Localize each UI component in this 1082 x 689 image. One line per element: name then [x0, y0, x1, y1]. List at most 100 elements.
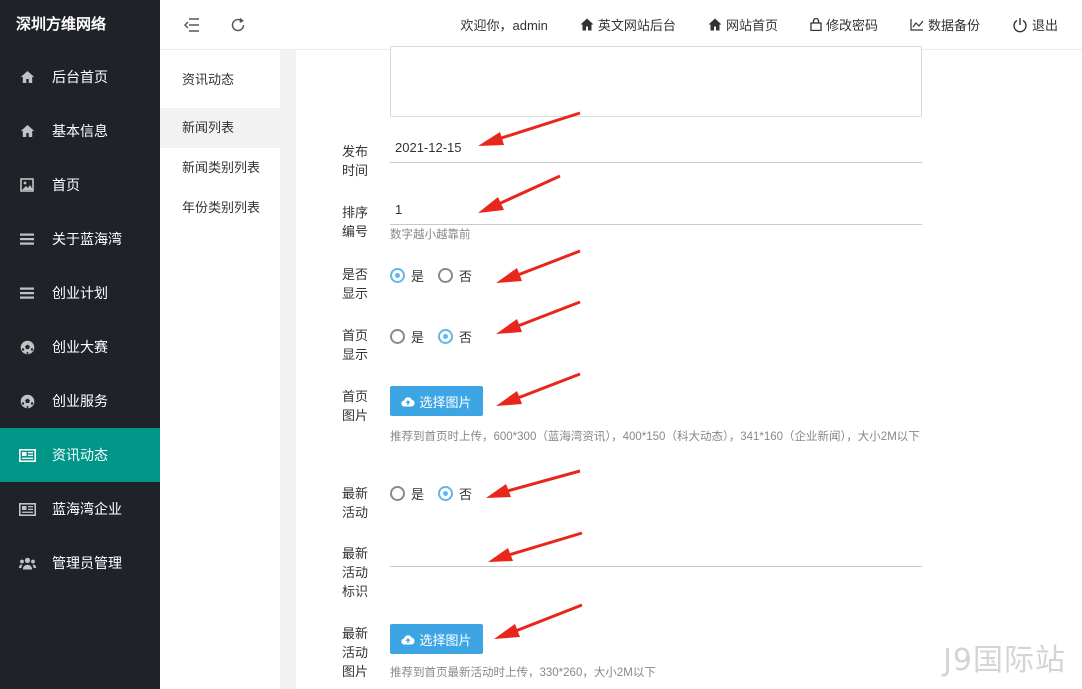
radio-circle: [390, 268, 405, 283]
radio-label: 是: [411, 269, 425, 284]
activity-image-label: 最新活动图片: [342, 626, 369, 679]
radio-label: 否: [459, 487, 473, 502]
content-textarea[interactable]: [390, 46, 922, 117]
logout-link[interactable]: 退出: [1012, 15, 1058, 34]
radio-label: 是: [411, 330, 425, 345]
home-display-yes-radio[interactable]: 是: [390, 327, 424, 346]
sidebar-item-label: 资讯动态: [52, 447, 108, 463]
football-icon: [18, 338, 36, 356]
change-password-link[interactable]: 修改密码: [810, 15, 878, 34]
lock-icon: [810, 18, 822, 31]
sidebar-item-6[interactable]: 创业服务: [0, 374, 160, 428]
sidebar-item-0[interactable]: 后台首页: [0, 50, 160, 104]
home-icon: [18, 68, 36, 86]
sidebar-item-1[interactable]: 基本信息: [0, 104, 160, 158]
sidebar-item-label: 首页: [52, 177, 80, 193]
users-icon: [18, 554, 36, 572]
radio-circle: [390, 486, 405, 501]
sub-menu: 资讯动态 新闻列表 新闻类别列表 年份类别列表: [160, 50, 280, 689]
home-display-no-radio[interactable]: 否: [438, 327, 472, 346]
activity-image-hint: 推荐到首页最新活动时上传，330*260，大小2M以下: [390, 667, 656, 679]
publish-time-label: 发布时间: [342, 144, 369, 178]
radio-label: 否: [459, 330, 473, 345]
sidebar-item-4[interactable]: 创业计划: [0, 266, 160, 320]
home-display-radio-group: 是 否: [390, 327, 486, 346]
list-icon: [18, 230, 36, 248]
power-icon: [1012, 17, 1028, 33]
home-image-button-label: 选择图片: [419, 394, 472, 410]
sidebar-menu: 后台首页基本信息首页关于蓝海湾创业计划创业大赛创业服务资讯动态蓝海湾企业管理员管…: [0, 50, 160, 590]
sub-item-news-category-list[interactable]: 新闻类别列表: [160, 148, 280, 188]
sort-number-input[interactable]: 1: [390, 195, 922, 225]
data-backup-label: 数据备份: [927, 18, 980, 33]
sidebar-item-label: 基本信息: [52, 123, 108, 139]
logout-label: 退出: [1031, 18, 1058, 33]
sort-number-label: 排序编号: [342, 205, 369, 239]
is-display-yes-radio[interactable]: 是: [390, 266, 424, 285]
latest-activity-label: 最新活动: [342, 486, 369, 520]
site-home-link[interactable]: 网站首页: [708, 15, 778, 34]
sidebar-item-label: 关于蓝海湾: [52, 231, 122, 247]
list-icon: [18, 284, 36, 302]
top-header: 欢迎你，admin 英文网站后台 网站首页 修改密码 数据备份 退出: [160, 0, 1082, 50]
sort-number-hint: 数字越小越靠前: [390, 229, 471, 241]
radio-circle: [438, 329, 454, 344]
sidebar-item-label: 创业计划: [52, 285, 108, 301]
home-icon: [580, 18, 594, 31]
sidebar-item-label: 创业大赛: [52, 339, 108, 355]
radio-circle: [438, 486, 454, 501]
is-display-no-radio[interactable]: 否: [438, 266, 472, 285]
watermark: J9国际站: [943, 643, 1066, 678]
latest-activity-yes-radio[interactable]: 是: [390, 484, 424, 503]
latest-activity-no-radio[interactable]: 否: [438, 484, 472, 503]
sidebar-item-2[interactable]: 首页: [0, 158, 160, 212]
image-icon: [18, 176, 36, 194]
latest-activity-radio-group: 是 否: [390, 484, 486, 503]
sidebar-item-9[interactable]: 管理员管理: [0, 536, 160, 590]
activity-tag-label: 最新活动标识: [342, 546, 369, 599]
english-backend-label: 英文网站后台: [597, 18, 676, 33]
sidebar: 深圳方维网络 后台首页基本信息首页关于蓝海湾创业计划创业大赛创业服务资讯动态蓝海…: [0, 0, 160, 689]
football-icon: [18, 392, 36, 410]
home-display-label: 首页显示: [342, 328, 369, 362]
sidebar-item-7[interactable]: 资讯动态: [0, 428, 160, 482]
site-home-label: 网站首页: [725, 18, 778, 33]
sidebar-item-5[interactable]: 创业大赛: [0, 320, 160, 374]
sidebar-item-3[interactable]: 关于蓝海湾: [0, 212, 160, 266]
home-image-hint: 推荐到首页时上传，600*300（蓝海湾资讯），400*150（科大动态），34…: [390, 431, 920, 443]
cloud-upload-icon: [401, 634, 415, 645]
chart-icon: [910, 18, 924, 31]
collapse-menu-icon[interactable]: [182, 15, 202, 35]
newspaper-icon: [18, 446, 36, 464]
home-icon: [708, 18, 722, 31]
english-backend-link[interactable]: 英文网站后台: [580, 15, 676, 34]
main-content: 发布时间 2021-12-15 排序编号 1 数字越小越靠前 是否显示 是 否 …: [280, 46, 1082, 689]
welcome-text: 欢迎你，admin: [460, 18, 548, 33]
sidebar-item-label: 管理员管理: [52, 555, 122, 571]
is-display-radio-group: 是 否: [390, 266, 486, 285]
radio-circle: [438, 268, 454, 283]
sidebar-item-8[interactable]: 蓝海湾企业: [0, 482, 160, 536]
sub-item-news-list[interactable]: 新闻列表: [160, 108, 280, 148]
home-image-upload-button[interactable]: 选择图片: [390, 386, 483, 416]
sub-item-year-category-list[interactable]: 年份类别列表: [160, 188, 280, 228]
sidebar-item-label: 蓝海湾企业: [52, 501, 122, 517]
newspaper-icon: [18, 500, 36, 518]
cloud-upload-icon: [401, 396, 415, 407]
radio-label: 是: [411, 487, 425, 502]
sidebar-item-label: 创业服务: [52, 393, 108, 409]
sub-menu-title: 资讯动态: [182, 72, 235, 87]
home-image-label: 首页图片: [342, 389, 369, 423]
publish-time-input[interactable]: 2021-12-15: [390, 133, 922, 163]
radio-circle: [390, 329, 405, 344]
home-icon: [18, 122, 36, 140]
activity-tag-input[interactable]: [390, 537, 922, 567]
activity-image-upload-button[interactable]: 选择图片: [390, 624, 483, 654]
sidebar-item-label: 后台首页: [52, 69, 108, 85]
form-panel: 发布时间 2021-12-15 排序编号 1 数字越小越靠前 是否显示 是 否 …: [296, 46, 1082, 689]
radio-label: 否: [459, 269, 473, 284]
change-password-label: 修改密码: [825, 18, 878, 33]
refresh-icon[interactable]: [228, 15, 248, 35]
data-backup-link[interactable]: 数据备份: [910, 15, 980, 34]
brand-title: 深圳方维网络: [16, 16, 107, 33]
